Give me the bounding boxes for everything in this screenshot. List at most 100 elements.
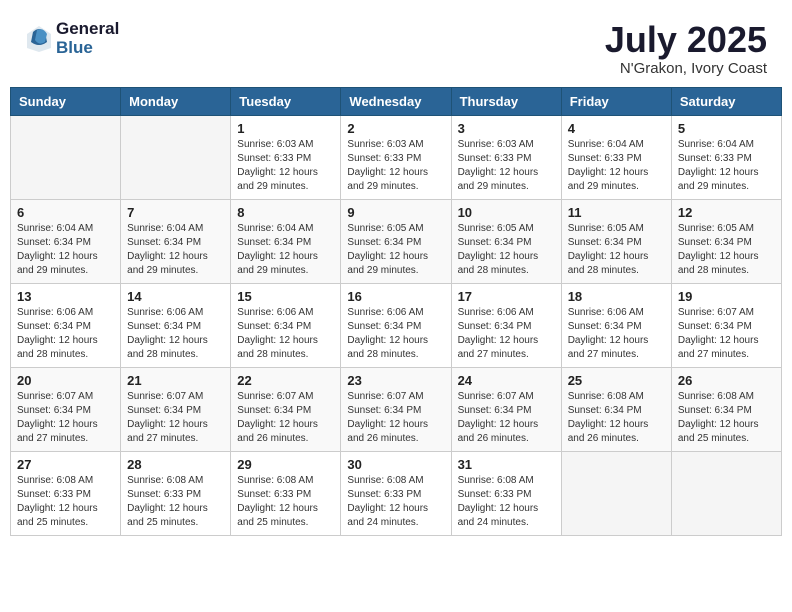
sunset-text: Sunset: 6:33 PM	[678, 152, 775, 166]
sunset-text: Sunset: 6:34 PM	[17, 404, 114, 418]
sunrise-text: Sunrise: 6:07 AM	[237, 390, 334, 404]
sunset-text: Sunset: 6:34 PM	[568, 404, 665, 418]
daylight-text: Daylight: 12 hours and 26 minutes.	[458, 418, 555, 446]
daylight-text: Daylight: 12 hours and 27 minutes.	[17, 418, 114, 446]
day-info: Sunrise: 6:08 AMSunset: 6:33 PMDaylight:…	[17, 474, 114, 530]
sunset-text: Sunset: 6:34 PM	[237, 404, 334, 418]
logo-blue: Blue	[56, 39, 119, 58]
sunset-text: Sunset: 6:33 PM	[237, 152, 334, 166]
sunrise-text: Sunrise: 6:08 AM	[568, 390, 665, 404]
sunset-text: Sunset: 6:33 PM	[127, 488, 224, 502]
day-number: 5	[678, 121, 775, 136]
calendar-cell: 28Sunrise: 6:08 AMSunset: 6:33 PMDayligh…	[121, 451, 231, 535]
sunrise-text: Sunrise: 6:03 AM	[347, 138, 444, 152]
calendar-week-1: 1Sunrise: 6:03 AMSunset: 6:33 PMDaylight…	[11, 115, 782, 199]
calendar-cell: 6 Sunrise: 6:04 AMSunset: 6:34 PMDaylight…	[11, 199, 121, 283]
sunrise-text: Sunrise: 6:04 AM	[237, 222, 334, 236]
day-number: 8	[237, 205, 334, 220]
calendar-cell: 8 Sunrise: 6:04 AMSunset: 6:34 PMDaylight…	[231, 199, 341, 283]
sunset-text: Sunset: 6:34 PM	[568, 320, 665, 334]
sunset-text: Sunset: 6:33 PM	[568, 152, 665, 166]
calendar-cell: 14Sunrise: 6:06 AMSunset: 6:34 PMDayligh…	[121, 283, 231, 367]
day-info: Sunrise: 6:08 AMSunset: 6:34 PMDaylight:…	[568, 390, 665, 446]
calendar-cell: 7Sunrise: 6:04 AMSunset: 6:34 PMDaylight…	[121, 199, 231, 283]
sunrise-text: Sunrise: 6:08 AM	[678, 390, 775, 404]
sunset-text: Sunset: 6:34 PM	[127, 320, 224, 334]
title-block: July 2025 N'Grakon, Ivory Coast	[605, 20, 767, 77]
day-info: Sunrise: 6:04 AMSunset: 6:34 PMDaylight:…	[17, 222, 114, 278]
sunset-text: Sunset: 6:33 PM	[237, 488, 334, 502]
page-header: General Blue July 2025 N'Grakon, Ivory C…	[10, 10, 782, 82]
calendar-cell: 21Sunrise: 6:07 AMSunset: 6:34 PMDayligh…	[121, 367, 231, 451]
sunset-text: Sunset: 6:34 PM	[237, 236, 334, 250]
daylight-text: Daylight: 12 hours and 27 minutes.	[458, 334, 555, 362]
sunrise-text: Sunrise: 6:05 AM	[568, 222, 665, 236]
sunrise-text: Sunrise: 6:08 AM	[237, 474, 334, 488]
sunrise-text: Sunrise: 6:03 AM	[237, 138, 334, 152]
calendar-cell: 27 Sunrise: 6:08 AMSunset: 6:33 PMDayligh…	[11, 451, 121, 535]
day-info: Sunrise: 6:08 AMSunset: 6:33 PMDaylight:…	[458, 474, 555, 530]
day-number: 3	[458, 121, 555, 136]
sunrise-text: Sunrise: 6:08 AM	[458, 474, 555, 488]
daylight-text: Daylight: 12 hours and 25 minutes.	[237, 502, 334, 530]
sunrise-text: Sunrise: 6:07 AM	[347, 390, 444, 404]
daylight-text: Daylight: 12 hours and 27 minutes.	[568, 334, 665, 362]
sunrise-text: Sunrise: 6:05 AM	[458, 222, 555, 236]
daylight-text: Daylight: 12 hours and 29 minutes.	[347, 166, 444, 194]
calendar-cell: 17Sunrise: 6:06 AMSunset: 6:34 PMDayligh…	[451, 283, 561, 367]
calendar-cell: 13 Sunrise: 6:06 AMSunset: 6:34 PMDayligh…	[11, 283, 121, 367]
day-info: Sunrise: 6:07 AMSunset: 6:34 PMDaylight:…	[127, 390, 224, 446]
sunrise-text: Sunrise: 6:08 AM	[347, 474, 444, 488]
calendar-cell: 22 Sunrise: 6:07 AMSunset: 6:34 PMDayligh…	[231, 367, 341, 451]
day-number: 31	[458, 457, 555, 472]
day-info: Sunrise: 6:04 AMSunset: 6:34 PMDaylight:…	[237, 222, 334, 278]
month-year: July 2025	[605, 20, 767, 60]
sunset-text: Sunset: 6:34 PM	[458, 236, 555, 250]
daylight-text: Daylight: 12 hours and 28 minutes.	[568, 250, 665, 278]
calendar-cell: 26Sunrise: 6:08 AMSunset: 6:34 PMDayligh…	[671, 367, 781, 451]
sunset-text: Sunset: 6:34 PM	[17, 320, 114, 334]
day-number: 16	[347, 289, 444, 304]
sunrise-text: Sunrise: 6:05 AM	[678, 222, 775, 236]
calendar-cell: 2Sunrise: 6:03 AMSunset: 6:33 PMDaylight…	[341, 115, 451, 199]
day-number: 27	[17, 457, 114, 472]
day-number: 6	[17, 205, 114, 220]
col-header-wednesday: Wednesday	[341, 87, 451, 115]
day-info: Sunrise: 6:07 AMSunset: 6:34 PMDaylight:…	[237, 390, 334, 446]
day-number: 9	[347, 205, 444, 220]
day-number: 13	[17, 289, 114, 304]
location: N'Grakon, Ivory Coast	[605, 60, 767, 77]
sunset-text: Sunset: 6:34 PM	[347, 320, 444, 334]
logo: General Blue	[25, 20, 119, 57]
calendar-cell: 3 Sunrise: 6:03 AMSunset: 6:33 PMDaylight…	[451, 115, 561, 199]
sunrise-text: Sunrise: 6:06 AM	[347, 306, 444, 320]
day-info: Sunrise: 6:06 AMSunset: 6:34 PMDaylight:…	[17, 306, 114, 362]
calendar-cell: 18Sunrise: 6:06 AMSunset: 6:34 PMDayligh…	[561, 283, 671, 367]
calendar-week-5: 27Sunrise: 6:08 AMSunset: 6:33 PMDayligh…	[11, 451, 782, 535]
day-info: Sunrise: 6:06 AMSunset: 6:34 PMDaylight:…	[127, 306, 224, 362]
day-number: 22	[237, 373, 334, 388]
day-info: Sunrise: 6:04 AMSunset: 6:34 PMDaylight:…	[127, 222, 224, 278]
day-info: Sunrise: 6:03 AMSunset: 6:33 PMDaylight:…	[458, 138, 555, 194]
calendar-cell: 19Sunrise: 6:07 AMSunset: 6:34 PMDayligh…	[671, 283, 781, 367]
sunset-text: Sunset: 6:33 PM	[347, 152, 444, 166]
daylight-text: Daylight: 12 hours and 25 minutes.	[17, 502, 114, 530]
sunrise-text: Sunrise: 6:03 AM	[458, 138, 555, 152]
daylight-text: Daylight: 12 hours and 24 minutes.	[347, 502, 444, 530]
day-info: Sunrise: 6:03 AMSunset: 6:33 PMDaylight:…	[347, 138, 444, 194]
sunset-text: Sunset: 6:33 PM	[458, 152, 555, 166]
sunset-text: Sunset: 6:33 PM	[347, 488, 444, 502]
sunrise-text: Sunrise: 6:07 AM	[678, 306, 775, 320]
day-info: Sunrise: 6:08 AMSunset: 6:33 PMDaylight:…	[347, 474, 444, 530]
sunset-text: Sunset: 6:34 PM	[678, 236, 775, 250]
daylight-text: Daylight: 12 hours and 27 minutes.	[127, 418, 224, 446]
calendar-cell: 15Sunrise: 6:06 AMSunset: 6:34 PMDayligh…	[231, 283, 341, 367]
sunrise-text: Sunrise: 6:06 AM	[458, 306, 555, 320]
day-number: 1	[237, 121, 334, 136]
col-header-saturday: Saturday	[671, 87, 781, 115]
sunset-text: Sunset: 6:34 PM	[458, 320, 555, 334]
day-number: 24	[458, 373, 555, 388]
sunrise-text: Sunrise: 6:06 AM	[568, 306, 665, 320]
calendar-cell: 12Sunrise: 6:05 AMSunset: 6:34 PMDayligh…	[671, 199, 781, 283]
calendar-week-3: 13Sunrise: 6:06 AMSunset: 6:34 PMDayligh…	[11, 283, 782, 367]
